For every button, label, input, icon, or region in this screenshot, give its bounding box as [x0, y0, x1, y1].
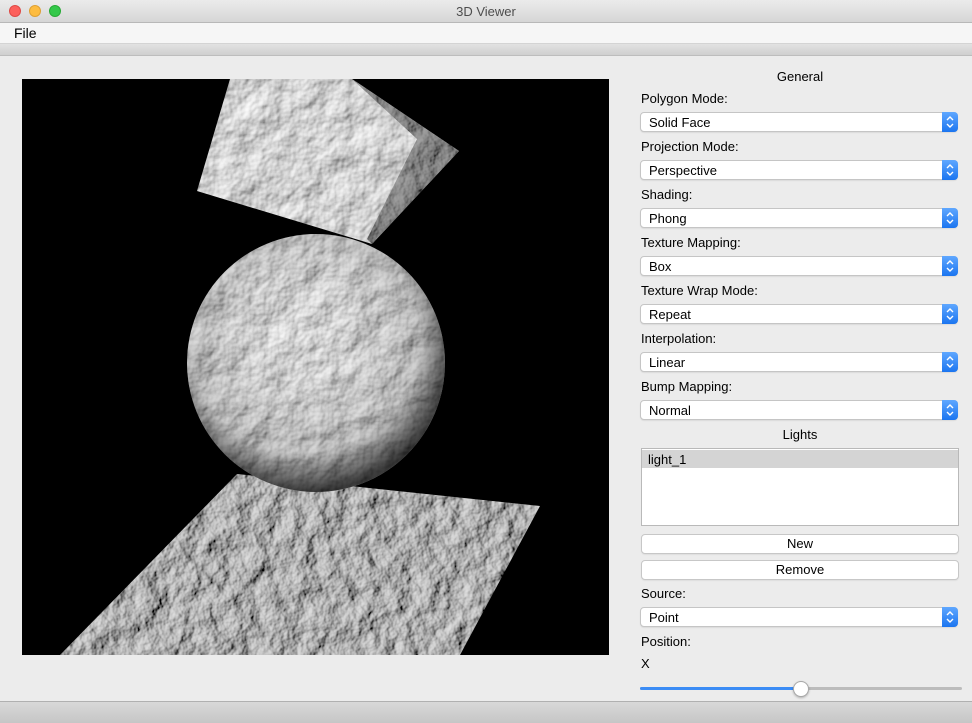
general-section-title: General [776, 69, 824, 84]
rendered-scene [60, 79, 540, 655]
window-title: 3D Viewer [456, 4, 516, 19]
remove-light-button[interactable]: Remove [641, 560, 959, 580]
shading-value: Phong [649, 211, 687, 226]
source-value: Point [649, 610, 679, 625]
interpolation-select[interactable]: Linear [640, 352, 958, 372]
texture-wrap-mode-select[interactable]: Repeat [640, 304, 958, 324]
light-item-label: light_1 [648, 452, 687, 467]
texture-wrap-mode-value: Repeat [649, 307, 691, 322]
select-arrows-icon [942, 160, 958, 180]
texture-mapping-value: Box [649, 259, 672, 274]
status-bar [0, 701, 972, 723]
3d-viewport[interactable] [22, 79, 609, 655]
source-select[interactable]: Point [640, 607, 958, 627]
sphere-object [187, 234, 445, 492]
list-item[interactable]: light_1 [642, 450, 958, 468]
bump-mapping-label: Bump Mapping: [641, 379, 733, 394]
cube-object [197, 79, 459, 244]
projection-mode-label: Projection Mode: [641, 139, 739, 154]
new-light-button[interactable]: New [641, 534, 959, 554]
select-arrows-icon [942, 304, 958, 324]
x-position-slider-fill [640, 687, 801, 690]
select-arrows-icon [942, 352, 958, 372]
shading-label: Shading: [641, 187, 693, 202]
lights-list[interactable]: light_1 [641, 448, 959, 526]
bump-mapping-value: Normal [649, 403, 691, 418]
select-arrows-icon [942, 112, 958, 132]
x-axis-label: X [641, 656, 650, 671]
toolbar-strip [0, 44, 972, 56]
menu-file[interactable]: File [14, 25, 37, 41]
interpolation-label: Interpolation: [641, 331, 717, 346]
polygon-mode-select[interactable]: Solid Face [640, 112, 958, 132]
shading-select[interactable]: Phong [640, 208, 958, 228]
bump-mapping-select[interactable]: Normal [640, 400, 958, 420]
title-bar: 3D Viewer [0, 0, 972, 23]
texture-mapping-select[interactable]: Box [640, 256, 958, 276]
polygon-mode-value: Solid Face [649, 115, 711, 130]
position-label: Position: [641, 634, 691, 649]
select-arrows-icon [942, 607, 958, 627]
texture-wrap-mode-label: Texture Wrap Mode: [641, 283, 758, 298]
menu-bar: File [0, 23, 972, 44]
projection-mode-value: Perspective [649, 163, 717, 178]
select-arrows-icon [942, 208, 958, 228]
lights-section-title: Lights [782, 427, 818, 442]
projection-mode-select[interactable]: Perspective [640, 160, 958, 180]
source-label: Source: [641, 586, 686, 601]
texture-mapping-label: Texture Mapping: [641, 235, 741, 250]
select-arrows-icon [942, 256, 958, 276]
polygon-mode-label: Polygon Mode: [641, 91, 728, 106]
interpolation-value: Linear [649, 355, 686, 370]
x-position-slider-thumb[interactable] [793, 681, 809, 697]
select-arrows-icon [942, 400, 958, 420]
